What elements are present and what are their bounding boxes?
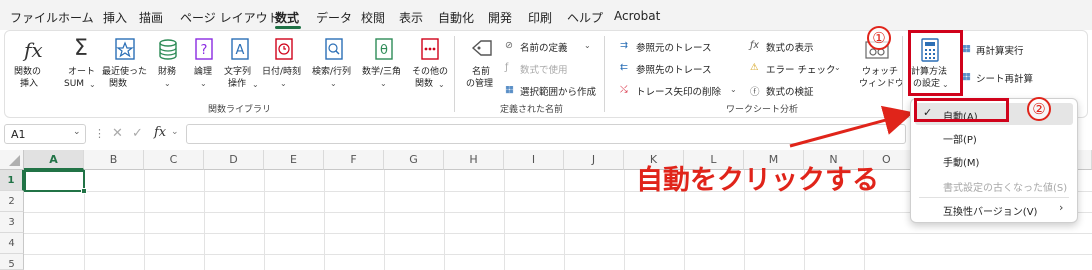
annotation-text: 自動をクリックする	[636, 165, 879, 196]
menu-separator	[919, 197, 1069, 198]
highlight-auto-item	[914, 98, 1009, 122]
menu-item-compat-label: 互換性バージョン(V)	[943, 207, 1038, 218]
step-2-marker: ②	[1027, 97, 1051, 121]
menu-item-manual-label: 手動(M)	[943, 158, 980, 169]
chevron-right-icon: ›	[1059, 201, 1064, 214]
menu-item-stale-label: 書式設定の古くなった値(S)	[943, 183, 1068, 194]
menu-item-partial-label: 一部(P)	[943, 135, 977, 146]
highlight-calc-options	[908, 30, 963, 96]
step-1-marker: ①	[867, 26, 891, 50]
